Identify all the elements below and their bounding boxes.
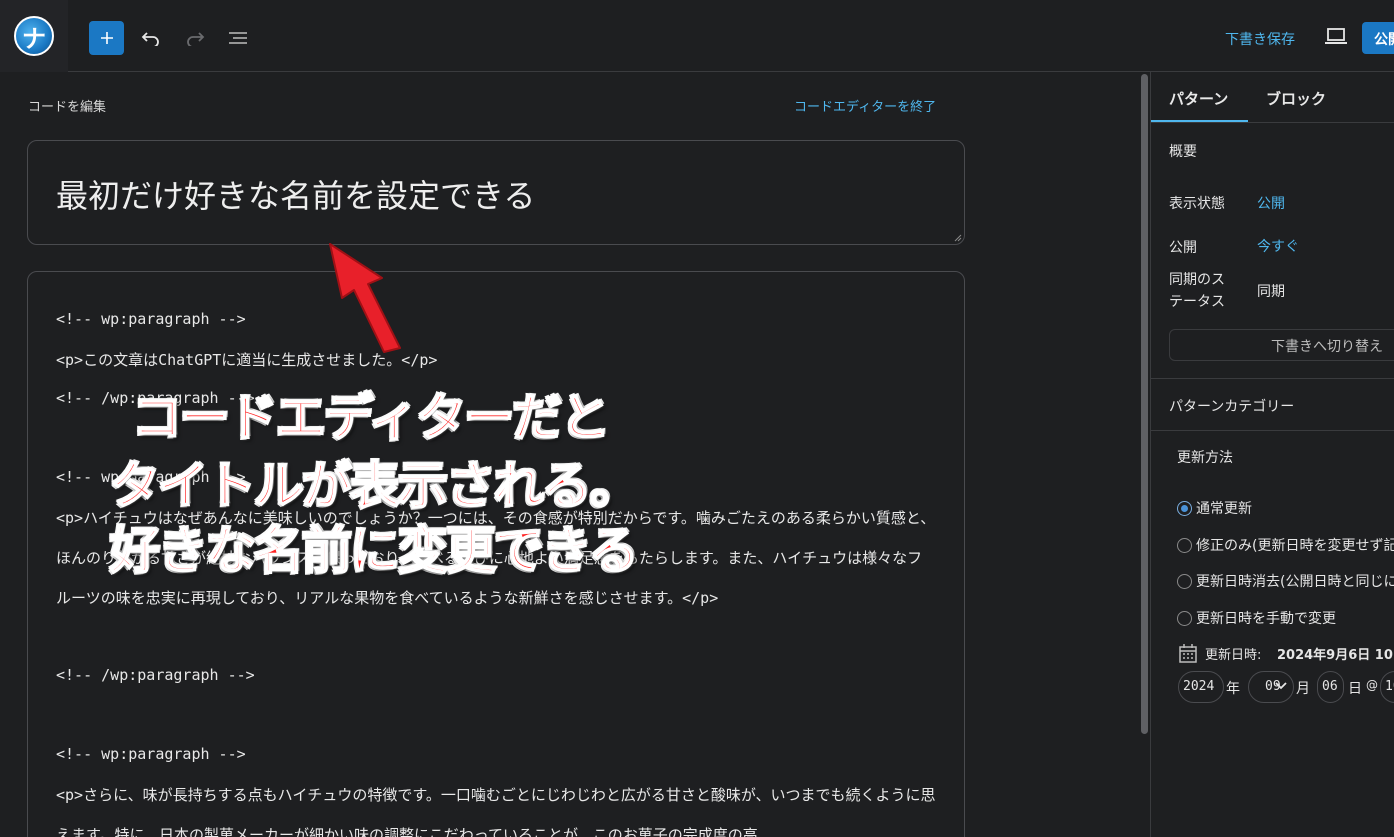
code-line: <!-- /wp:paragraph -->	[56, 666, 255, 684]
publish-date-toggle[interactable]: 今すぐ	[1257, 236, 1299, 256]
exit-code-editor-button[interactable]: コードエディターを終了	[794, 96, 936, 115]
update-method-heading: 更新方法	[1177, 450, 1233, 466]
radio-icon	[1177, 573, 1192, 589]
plus-icon	[100, 32, 113, 44]
annotation-line-3: 好きな名前に変更できる	[109, 521, 640, 581]
pattern-category-toggle[interactable]: パターンカテゴリー	[1169, 396, 1294, 416]
site-logo-button[interactable]: ナ	[0, 0, 68, 72]
document-overview-button[interactable]	[224, 21, 252, 55]
code-line: <!-- wp:paragraph -->	[56, 745, 246, 763]
editor-scrollbar[interactable]	[1141, 74, 1148, 734]
undo-button[interactable]	[137, 21, 165, 55]
site-logo-icon: ナ	[14, 16, 54, 56]
publish-button[interactable]: 公開	[1362, 22, 1394, 54]
tab-block[interactable]: ブロック	[1266, 88, 1326, 109]
chevron-down-icon	[1275, 682, 1287, 690]
list-view-icon	[229, 32, 247, 44]
update-option-label: 修正のみ(更新日時を変更せず記	[1196, 538, 1394, 554]
sync-status-label: 同期のス	[1169, 272, 1225, 288]
update-option-normal[interactable]: 通常更新	[1177, 498, 1252, 518]
year-input[interactable]: 2024	[1178, 671, 1224, 703]
switch-to-draft-button[interactable]: 下書きへ切り替え	[1169, 329, 1394, 361]
tab-pattern[interactable]: パターン	[1169, 88, 1228, 109]
preview-button[interactable]	[1323, 26, 1349, 48]
annotation-line-1: コードエディターだと	[131, 388, 611, 448]
laptop-icon	[1325, 28, 1347, 44]
publish-label: 公開	[1169, 240, 1197, 256]
annotation-line-2: タイトルが表示される。	[109, 456, 641, 516]
radio-icon	[1177, 610, 1192, 626]
update-option-label: 更新日時消去(公開日時と同じに	[1196, 574, 1394, 590]
hour-input[interactable]: 10	[1380, 671, 1394, 703]
at-separator: @	[1366, 678, 1378, 692]
add-block-button[interactable]	[89, 21, 124, 55]
update-option-manual[interactable]: 更新日時を手動で変更	[1177, 608, 1336, 628]
month-unit: 月	[1296, 681, 1310, 697]
visibility-toggle[interactable]: 公開	[1257, 193, 1285, 213]
annotation-arrow-icon	[329, 243, 401, 353]
section-divider	[1151, 378, 1394, 379]
code-line: <p>さらに、味が長持ちする点もハイチュウの特徴です。一口噛むごとにじわじわと広…	[56, 786, 936, 837]
post-title-text[interactable]: 最初だけ好きな名前を設定できる	[56, 171, 535, 217]
editor-toolbar: ナ 下書き保存 公開	[0, 0, 1394, 72]
day-input[interactable]: 06	[1317, 671, 1344, 703]
calendar-icon	[1179, 644, 1197, 663]
section-divider	[1151, 430, 1394, 431]
year-unit: 年	[1226, 681, 1240, 697]
updated-at-label: 更新日時:	[1205, 648, 1262, 663]
visibility-label: 表示状態	[1169, 196, 1225, 212]
save-draft-button[interactable]: 下書き保存	[1225, 29, 1295, 49]
update-option-clear[interactable]: 更新日時消去(公開日時と同じに	[1177, 571, 1394, 591]
summary-heading: 概要	[1169, 144, 1197, 160]
tab-divider	[1151, 122, 1394, 123]
settings-sidebar: パターン ブロック 概要 表示状態 公開 公開 今すぐ 同期のス テータス 同期…	[1150, 72, 1394, 837]
post-title-field[interactable]: 最初だけ好きな名前を設定できる	[27, 140, 965, 245]
undo-icon	[141, 32, 159, 46]
sync-status-label: テータス	[1169, 294, 1225, 310]
code-editor-label: コードを編集	[28, 100, 107, 115]
update-option-label: 更新日時を手動で変更	[1196, 611, 1336, 627]
updated-at-value: 2024年9月6日 10:2	[1277, 648, 1394, 663]
redo-button[interactable]	[181, 21, 209, 55]
update-option-fix-only[interactable]: 修正のみ(更新日時を変更せず記	[1177, 535, 1394, 555]
sync-status-value: 同期	[1257, 284, 1285, 300]
resize-grip-icon[interactable]	[954, 234, 962, 242]
month-select[interactable]: 09	[1248, 671, 1294, 703]
site-logo-glyph: ナ	[22, 24, 46, 53]
radio-icon	[1177, 537, 1192, 553]
day-unit: 日	[1348, 681, 1362, 697]
radio-checked-icon	[1177, 500, 1192, 516]
code-line: <!-- wp:paragraph -->	[56, 310, 246, 328]
redo-icon	[187, 32, 205, 46]
update-option-label: 通常更新	[1196, 501, 1252, 517]
